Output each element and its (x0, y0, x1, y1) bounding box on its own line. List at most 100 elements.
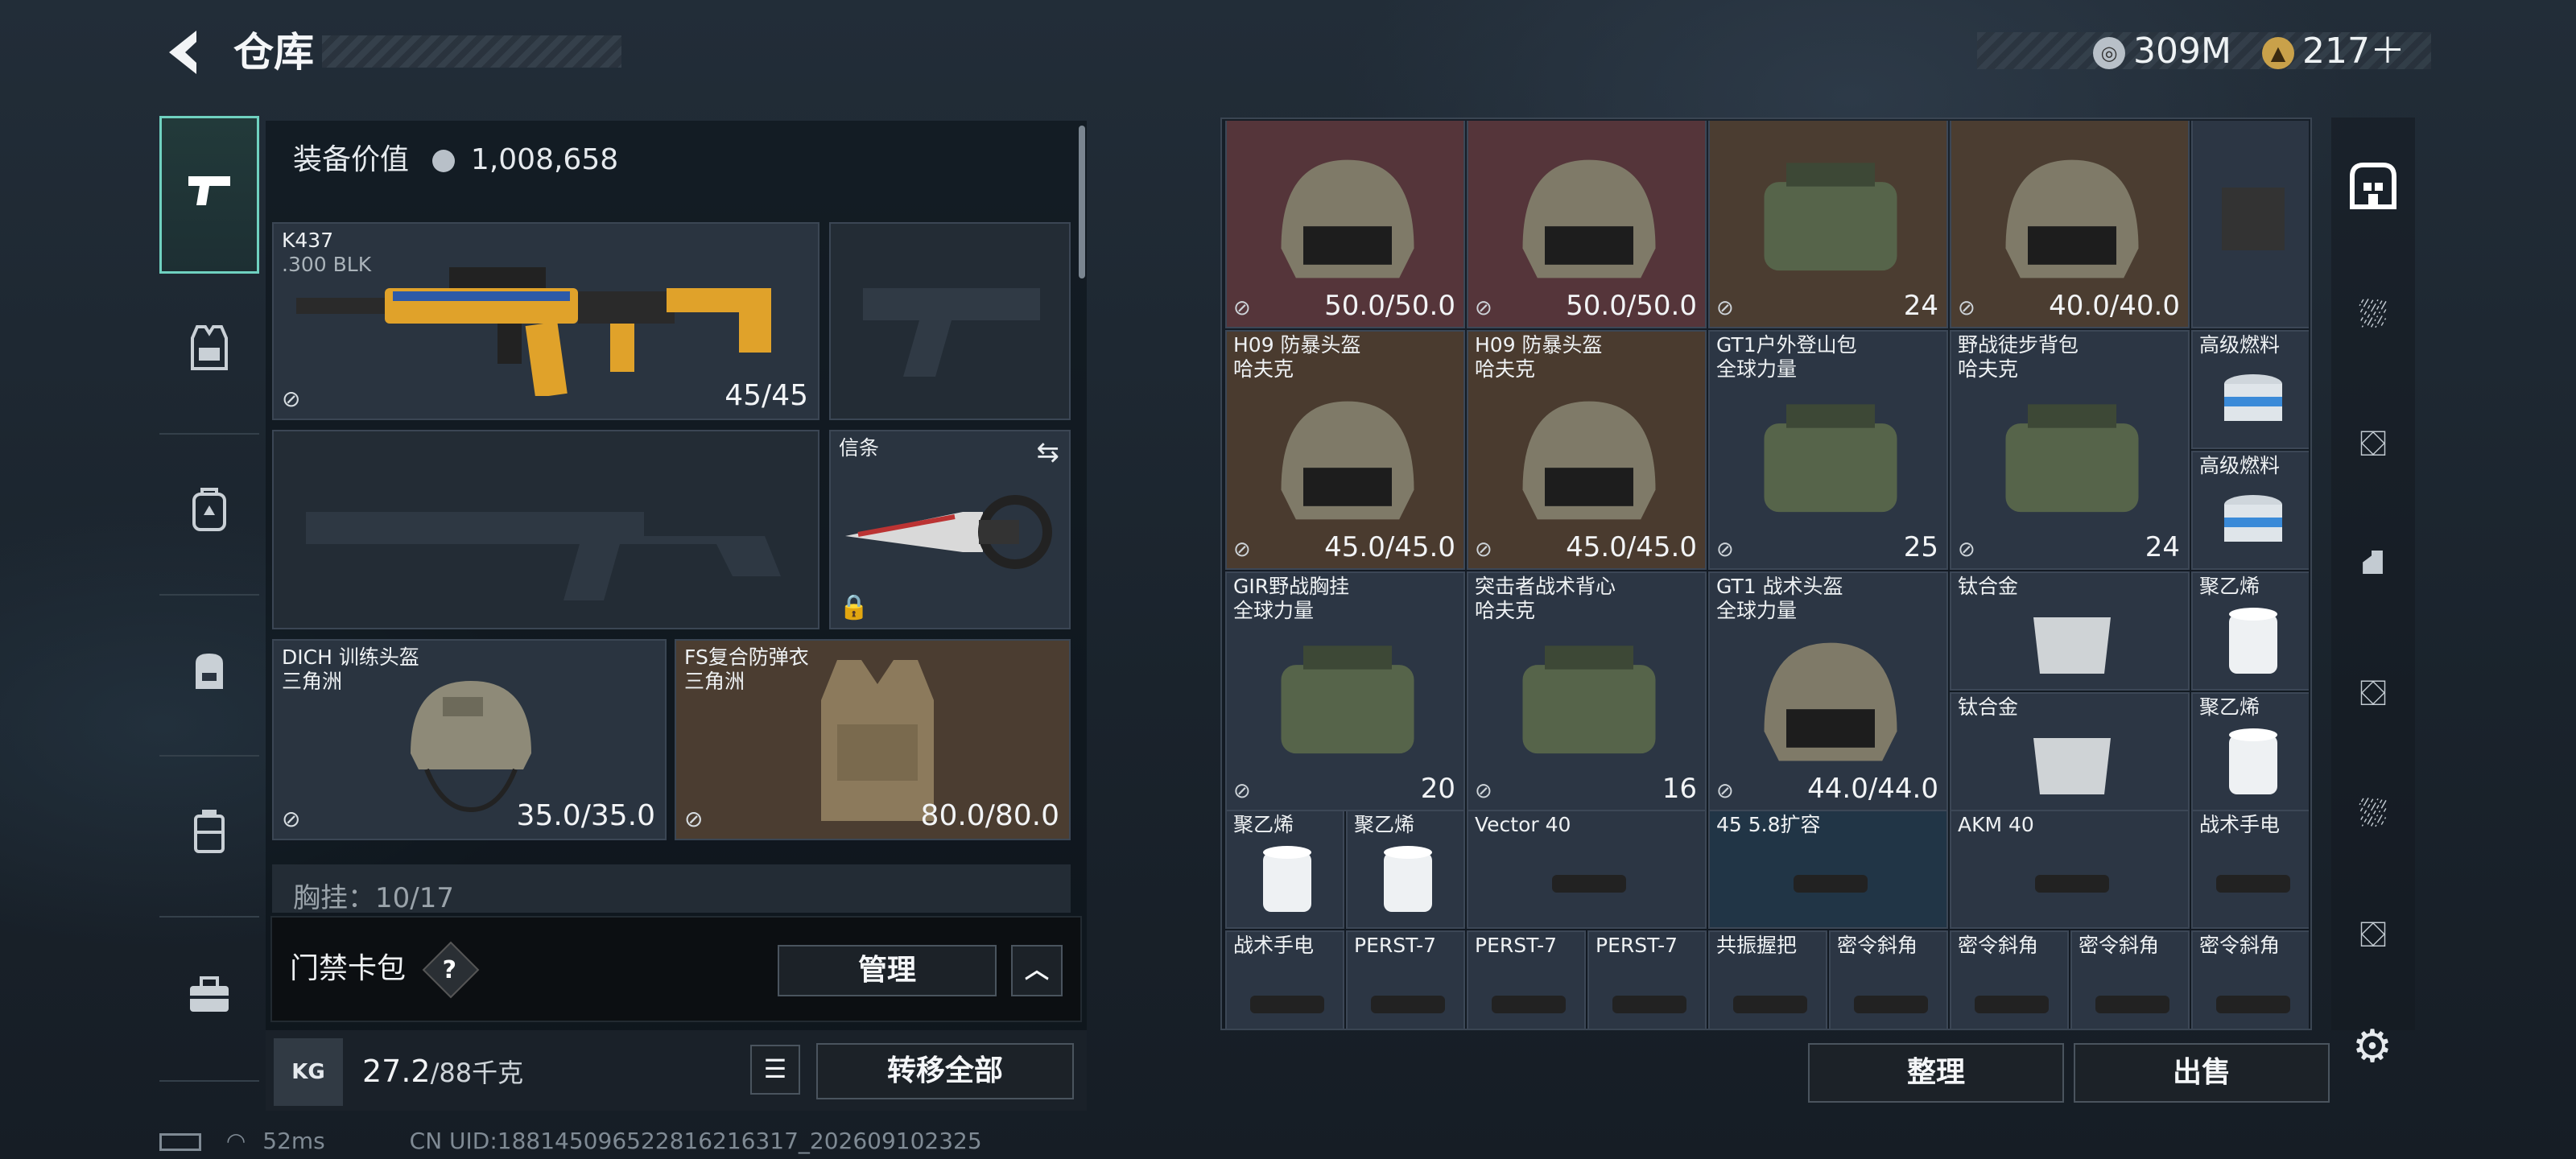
nav-weapons[interactable] (159, 116, 259, 274)
stash-item[interactable]: PERST-7 (1346, 930, 1465, 1029)
stash-item[interactable]: 战术手电 (1225, 930, 1344, 1029)
armor-name: FS复合防弹衣 (684, 645, 809, 669)
stash-item[interactable]: 聚乙烯 (1346, 810, 1465, 929)
currency-a-value: 309M (2133, 31, 2231, 72)
part-icon (1492, 996, 1566, 1013)
pistol-slot[interactable] (829, 222, 1071, 420)
stash-item[interactable]: 聚乙烯 (1225, 810, 1344, 929)
currency-b[interactable]: ▲ 217＋ (2262, 27, 2405, 76)
stash-item[interactable]: 钛合金 (1950, 571, 2190, 691)
stash-item[interactable]: 全球力量24⊘ (1708, 121, 1948, 328)
nav-backpack[interactable] (159, 435, 259, 592)
settings-icon[interactable]: ⚙ (2344, 1019, 2401, 1075)
stash-item[interactable]: 聚乙烯 (2191, 571, 2309, 691)
stash-item[interactable]: 高级燃料 (2191, 451, 2309, 570)
help-icon[interactable]: ? (423, 941, 480, 999)
stash-item[interactable]: PERST-7 (1467, 930, 1586, 1029)
stash-tab-3-icon[interactable]: ⛘ (2331, 512, 2415, 617)
stash-item[interactable]: 高级燃料 (2191, 330, 2309, 449)
part-icon (1612, 996, 1686, 1013)
stash-item[interactable]: 45 5.8扩容 (1708, 810, 1948, 929)
part-icon (1371, 996, 1445, 1013)
item-name: 聚乙烯 (1354, 813, 1415, 836)
stash-item[interactable]: 三角洲50.0/50.0⊘ (1225, 121, 1465, 328)
stash-item[interactable]: 突击者战术背心 哈夫克 16 ⊘ (1467, 571, 1707, 811)
stash-item[interactable]: 野战徒步背包 哈夫克 24 ⊘ (1950, 330, 2190, 570)
item-name: 高级燃料 (2199, 454, 2281, 477)
no-insure-icon: ⊘ (1233, 538, 1251, 562)
no-insure-icon: ⊘ (1716, 779, 1734, 803)
sell-button[interactable]: 出售 (2074, 1043, 2330, 1103)
stash-item[interactable]: PERST-7 (1587, 930, 1707, 1029)
stash-item[interactable]: 密令斜角 (2191, 930, 2309, 1029)
stash-item[interactable]: 三角洲50.0/50.0⊘ (1467, 121, 1707, 328)
page-title: 仓库 (233, 29, 314, 76)
title-decor (322, 35, 621, 68)
nav-case[interactable] (159, 757, 259, 914)
secondary-weapon-slot[interactable] (272, 430, 819, 629)
stash-item[interactable]: Vector 40 (1467, 810, 1707, 929)
stash-item[interactable]: 密令斜角 (2070, 930, 2190, 1029)
user-uid: CN UID:188145096522816216317_20260910232… (409, 1128, 982, 1154)
primary-weapon-slot[interactable]: K437.300 BLK ⊘ 45/45 (272, 222, 819, 420)
stash-tab-4-icon[interactable]: ⛋ (2331, 641, 2415, 745)
battery-icon (159, 1133, 201, 1151)
stash-tab-1-icon[interactable]: ⛆ (2331, 262, 2415, 367)
item-name: 钛合金 (1958, 575, 2019, 598)
item-name: 钛合金 (1958, 695, 2019, 719)
nav-toolbox[interactable] (159, 921, 259, 1079)
stash-item[interactable]: GT1 战术头盔 全球力量 44.0/44.0 ⊘ (1708, 571, 1948, 811)
melee-slot[interactable]: 信条 ⇆ 🔒 (829, 430, 1071, 629)
manage-button[interactable]: 管理 (778, 945, 997, 996)
stash-item[interactable]: H09 防暴头盔 哈夫克 45.0/45.0 ⊘ (1467, 330, 1707, 570)
item-name: GT1户外登山包 全球力量 (1716, 333, 1857, 381)
back-icon[interactable] (158, 24, 214, 80)
stash-item[interactable]: 密令斜角 (1950, 930, 2069, 1029)
stash-item[interactable]: GIR野战胸挂 全球力量 20 ⊘ (1225, 571, 1465, 811)
list-icon[interactable]: ☰ (750, 1045, 800, 1095)
sort-button[interactable]: 整理 (1808, 1043, 2064, 1103)
helmet-brand: 三角洲 (282, 670, 343, 693)
swap-icon[interactable]: ⇆ (1037, 436, 1060, 468)
stash-item[interactable]: 物资清单 (2191, 121, 2309, 328)
stash-item[interactable]: 战术手电 (2191, 810, 2309, 929)
chevron-up-icon[interactable]: ︿ (1011, 945, 1063, 996)
bag-icon (1522, 645, 1656, 754)
item-value: 45.0/45.0 (1324, 531, 1455, 563)
stash-item[interactable]: GT1户外登山包 全球力量 25 ⊘ (1708, 330, 1948, 570)
weight-icon: KG (274, 1038, 343, 1106)
stash-item[interactable]: 共振握把 (1708, 930, 1827, 1029)
part-icon (2035, 875, 2109, 893)
stash-item[interactable]: 钛合金 (1950, 692, 2190, 811)
stash-tab-2-icon[interactable]: ⛋ (2331, 391, 2415, 496)
stash-tab-6-icon[interactable]: ⛋ (2331, 882, 2415, 987)
stash-home-icon[interactable] (2331, 134, 2415, 238)
can-icon (2224, 374, 2282, 421)
nav-pack[interactable] (159, 596, 259, 753)
stash-item[interactable]: 密令斜角 (1829, 930, 1948, 1029)
item-name: H09 防暴头盔 哈夫克 (1233, 333, 1361, 381)
bag-icon (1764, 163, 1897, 271)
item-name: PERST-7 (1596, 934, 1678, 957)
helmet-icon (1764, 642, 1897, 761)
no-insure-icon: ⊘ (684, 806, 704, 832)
stash-tab-5-icon[interactable]: ⛆ (2331, 761, 2415, 866)
stash-item[interactable]: AKM 40 (1950, 810, 2190, 929)
stash-grid: 三角洲50.0/50.0⊘三角洲50.0/50.0⊘全球力量24⊘三角洲40.0… (1225, 121, 2309, 1029)
transfer-all-button[interactable]: 转移全部 (816, 1043, 1074, 1099)
chest-rig-row[interactable]: 胸挂：10/17 (272, 864, 1071, 913)
nav-vest[interactable] (159, 274, 259, 431)
item-name: GIR野战胸挂 全球力量 (1233, 575, 1350, 622)
helmet-slot[interactable]: DICH 训练头盔 三角洲 ⊘ 35.0/35.0 (272, 639, 667, 840)
helmet-icon (2005, 159, 2139, 278)
armor-slot[interactable]: FS复合防弹衣 三角洲 ⊘ 80.0/80.0 (675, 639, 1071, 840)
part-icon (1794, 875, 1868, 893)
stash-item[interactable]: H09 防暴头盔 哈夫克 45.0/45.0 ⊘ (1225, 330, 1465, 570)
part-icon (1975, 996, 2049, 1013)
roll-icon (2229, 728, 2277, 794)
stash-item[interactable]: 聚乙烯 (2191, 692, 2309, 811)
bag-icon (1764, 404, 1897, 513)
item-name: 野战徒步背包 哈夫克 (1958, 333, 2079, 381)
stash-item[interactable]: 三角洲40.0/40.0⊘ (1950, 121, 2190, 328)
loadout-scrollbar[interactable] (1079, 126, 1085, 278)
